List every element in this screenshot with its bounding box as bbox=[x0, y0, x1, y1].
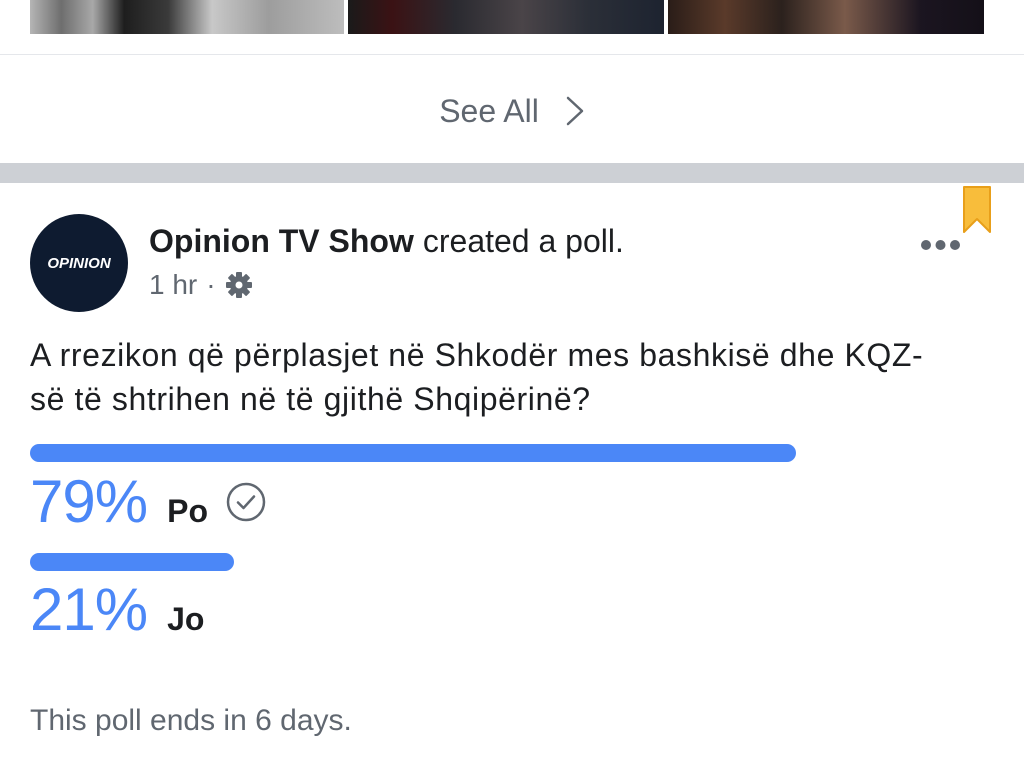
photo-thumbnail[interactable] bbox=[30, 0, 344, 34]
avatar[interactable]: OPINION bbox=[30, 214, 128, 312]
check-circle-icon bbox=[226, 482, 266, 522]
gear-icon bbox=[225, 272, 252, 298]
poll-option-label: Po bbox=[167, 493, 208, 529]
poll-option-bar[interactable] bbox=[30, 553, 234, 571]
photo-thumbnail[interactable] bbox=[668, 0, 984, 34]
poll-option[interactable]: 79% Po bbox=[30, 472, 266, 532]
post-action: created a poll. bbox=[422, 223, 624, 259]
poll-end-notice: This poll ends in 6 days. bbox=[30, 704, 352, 737]
poll-question: A rrezikon që përplasjet në Shkodër mes … bbox=[30, 333, 923, 421]
chevron-right-icon bbox=[566, 96, 584, 126]
bookmark-icon[interactable] bbox=[962, 186, 992, 234]
poll-option-bar[interactable] bbox=[30, 444, 796, 462]
author-name[interactable]: Opinion TV Show bbox=[149, 222, 414, 260]
avatar-logo: OPINION bbox=[47, 255, 112, 272]
see-all-link[interactable]: See All bbox=[0, 92, 1024, 130]
meta-separator: · bbox=[206, 269, 216, 300]
poll-option-percent: 21% bbox=[30, 576, 148, 643]
poll-option[interactable]: 21% Jo bbox=[30, 580, 204, 640]
divider bbox=[0, 54, 1024, 55]
see-all-label: See All bbox=[439, 93, 539, 129]
photo-thumbnail[interactable] bbox=[348, 0, 664, 34]
poll-option-percent: 79% bbox=[30, 468, 148, 535]
section-separator bbox=[0, 163, 1024, 183]
post-header: Opinion TV Show created a poll. bbox=[149, 222, 624, 260]
poll-question-line: A rrezikon që përplasjet në Shkodër mes … bbox=[30, 337, 924, 373]
more-options-icon[interactable] bbox=[918, 238, 962, 252]
timestamp[interactable]: 1 hr bbox=[149, 268, 197, 302]
poll-option-label: Jo bbox=[167, 601, 205, 637]
poll-question-line: së të shtrihen në të gjithë Shqipërinë? bbox=[30, 381, 591, 417]
post-meta: 1 hr · bbox=[149, 268, 253, 302]
